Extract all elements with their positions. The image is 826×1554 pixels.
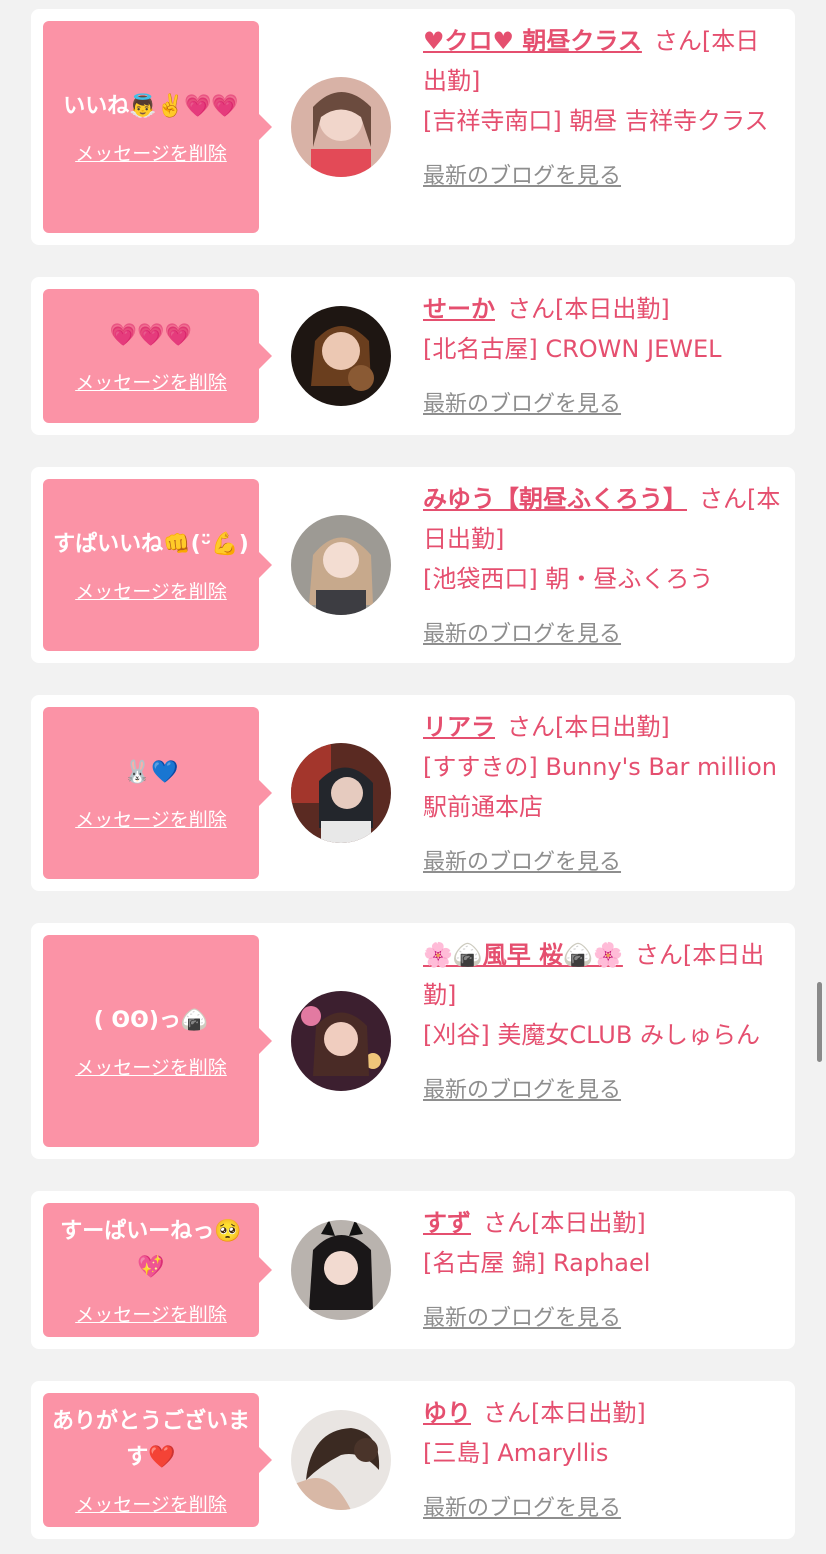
profile-info: ゆり さん[本日出勤] [三島] Amaryllis 最新のブログを見る [423,1393,781,1529]
message-text: いいね👼✌️💗💗 [63,93,239,119]
latest-blog-link[interactable]: 最新のブログを見る [423,1299,621,1339]
profile-name-link[interactable]: ♥クロ♥ 朝昼クラス [423,27,642,55]
message-text: 💗💗💗 [109,322,193,348]
latest-blog-link[interactable]: 最新のブログを見る [423,1489,621,1529]
message-text: ( ʘʘ)っ🍙 [93,1007,209,1033]
message-bubble: ありがとうございます❤️ メッセージを削除 [43,1393,272,1527]
avatar[interactable] [291,77,391,177]
shop-info: [三島] Amaryllis [423,1439,609,1467]
profile-name-link[interactable]: すず [423,1209,471,1237]
message-card: 🐰💙 メッセージを削除 リアラ さん[本日出勤] [すすきの] Bunny's B… [31,695,795,891]
attendance-status: さん[本日出勤] [507,713,670,741]
shop-info: [吉祥寺南口] 朝昼 吉祥寺クラス [423,107,769,135]
message-card: すぱいいね👊(ᵕ̈💪) メッセージを削除 みゆう【朝昼ふくろう】 さん[本日出勤]… [31,467,795,663]
message-card: ありがとうございます❤️ メッセージを削除 ゆり さん[本日出勤] [三島] Am… [31,1381,795,1539]
message-text: 🐰💙 [123,759,179,785]
profile-info: ♥クロ♥ 朝昼クラス さん[本日出勤] [吉祥寺南口] 朝昼 吉祥寺クラス 最新の… [423,21,781,197]
delete-message-link[interactable]: メッセージを削除 [75,1053,227,1080]
message-text: ありがとうございます❤️ [51,1408,250,1470]
delete-message-link[interactable]: メッセージを削除 [75,1300,227,1327]
shop-info: [池袋西口] 朝・昼ふくろう [423,565,714,593]
profile-name-link[interactable]: せーか [423,295,495,323]
profile-name-link[interactable]: ゆり [423,1399,471,1427]
delete-message-link[interactable]: メッセージを削除 [75,577,227,604]
profile-info: みゆう【朝昼ふくろう】 さん[本日出勤] [池袋西口] 朝・昼ふくろう 最新のブロ… [423,479,781,655]
profile-info: リアラ さん[本日出勤] [すすきの] Bunny's Bar million 駅… [423,707,781,883]
delete-message-link[interactable]: メッセージを削除 [75,368,227,395]
profile-name-link[interactable]: みゆう【朝昼ふくろう】 [423,485,687,513]
avatar[interactable] [291,1410,391,1510]
shop-info: [刈谷] 美魔女CLUB みしゅらん [423,1021,760,1049]
profile-name-link[interactable]: 🌸🍙風早 桜🍙🌸 [423,941,623,969]
latest-blog-link[interactable]: 最新のブログを見る [423,385,621,425]
latest-blog-link[interactable]: 最新のブログを見る [423,843,621,883]
scrollbar[interactable] [817,982,822,1062]
delete-message-link[interactable]: メッセージを削除 [75,1490,227,1517]
message-text: すーぱいーねっ🥺💖 [60,1218,242,1280]
message-bubble: いいね👼✌️💗💗 メッセージを削除 [43,21,272,233]
profile-info: せーか さん[本日出勤] [北名古屋] CROWN JEWEL 最新のブログを見る [423,289,781,425]
avatar[interactable] [291,1220,391,1320]
avatar[interactable] [291,991,391,1091]
avatar[interactable] [291,515,391,615]
shop-info: [名古屋 錦] Raphael [423,1249,651,1277]
message-bubble: すーぱいーねっ🥺💖 メッセージを削除 [43,1203,272,1337]
shop-info: [すすきの] Bunny's Bar million 駅前通本店 [423,753,777,821]
attendance-status: さん[本日出勤] [483,1209,646,1237]
message-card: すーぱいーねっ🥺💖 メッセージを削除 すず さん[本日出勤] [名古屋 錦] Ra… [31,1191,795,1349]
message-text: すぱいいね👊(ᵕ̈💪) [53,531,249,557]
message-card: いいね👼✌️💗💗 メッセージを削除 ♥クロ♥ 朝昼クラス さん[本日出勤] [吉祥… [31,9,795,245]
latest-blog-link[interactable]: 最新のブログを見る [423,157,621,197]
attendance-status: さん[本日出勤] [507,295,670,323]
avatar[interactable] [291,306,391,406]
message-bubble: 💗💗💗 メッセージを削除 [43,289,272,423]
message-card: ( ʘʘ)っ🍙 メッセージを削除 🌸🍙風早 桜🍙🌸 さん[本日出勤] [刈谷] 美… [31,923,795,1159]
profile-info: 🌸🍙風早 桜🍙🌸 さん[本日出勤] [刈谷] 美魔女CLUB みしゅらん 最新のブ… [423,935,781,1111]
profile-name-link[interactable]: リアラ [423,713,495,741]
latest-blog-link[interactable]: 最新のブログを見る [423,1071,621,1111]
delete-message-link[interactable]: メッセージを削除 [75,139,227,166]
attendance-status: さん[本日出勤] [483,1399,646,1427]
message-bubble: ( ʘʘ)っ🍙 メッセージを削除 [43,935,272,1147]
avatar[interactable] [291,743,391,843]
delete-message-link[interactable]: メッセージを削除 [75,805,227,832]
profile-info: すず さん[本日出勤] [名古屋 錦] Raphael 最新のブログを見る [423,1203,781,1339]
message-bubble: 🐰💙 メッセージを削除 [43,707,272,879]
message-bubble: すぱいいね👊(ᵕ̈💪) メッセージを削除 [43,479,272,651]
latest-blog-link[interactable]: 最新のブログを見る [423,615,621,655]
message-card: 💗💗💗 メッセージを削除 せーか さん[本日出勤] [北名古屋] CROWN JE… [31,277,795,435]
shop-info: [北名古屋] CROWN JEWEL [423,335,722,363]
